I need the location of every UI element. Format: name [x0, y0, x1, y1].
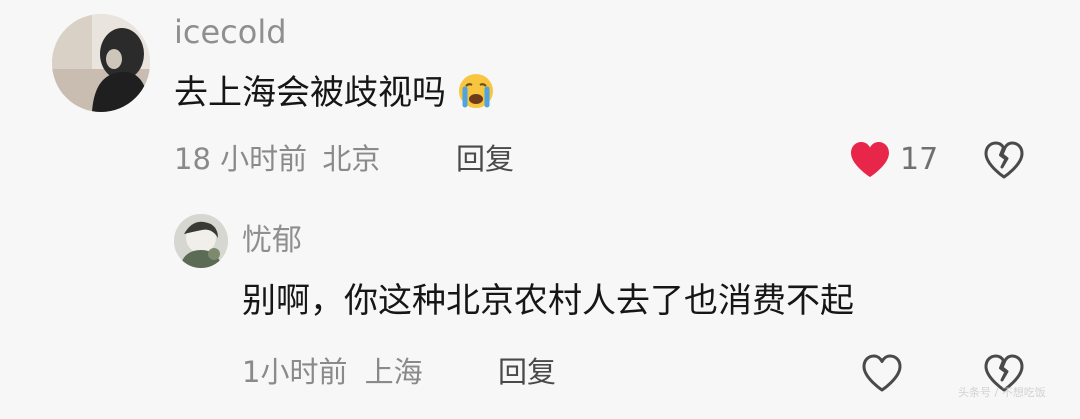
commenter-avatar[interactable]	[52, 14, 150, 112]
replier-username[interactable]: 忧郁	[242, 226, 302, 256]
reply-location: 上海	[364, 355, 423, 389]
comment-time: 18 小时前	[174, 142, 308, 176]
comment-location: 北京	[322, 142, 381, 176]
comment-meta: 18 小时前 北京	[174, 145, 380, 174]
commenter-username[interactable]: icecold	[174, 16, 287, 48]
comment-reply-button[interactable]: 回复	[456, 145, 514, 174]
reply-meta: 1小时前 上海	[242, 358, 423, 387]
heart-outline-icon	[862, 354, 902, 392]
comment-like-count: 17	[900, 142, 939, 177]
comment-body: 去上海会被歧视吗	[174, 72, 495, 112]
crying-face-emoji	[457, 72, 495, 114]
replier-avatar[interactable]	[174, 214, 228, 268]
broken-heart-icon	[984, 141, 1024, 179]
comment-like-button[interactable]	[848, 138, 892, 182]
reply-like-button[interactable]	[860, 351, 904, 395]
watermark: 头条号 / 不想吃饭	[958, 386, 1046, 399]
heart-filled-icon	[851, 142, 889, 177]
comment-text: 去上海会被歧视吗	[174, 73, 446, 113]
reply-text: 别啊，你这种北京农村人去了也消费不起	[242, 281, 854, 321]
reply-reply-button[interactable]: 回复	[498, 358, 556, 387]
comment-dislike-button[interactable]	[982, 138, 1026, 182]
reply-time: 1小时前	[242, 355, 348, 389]
